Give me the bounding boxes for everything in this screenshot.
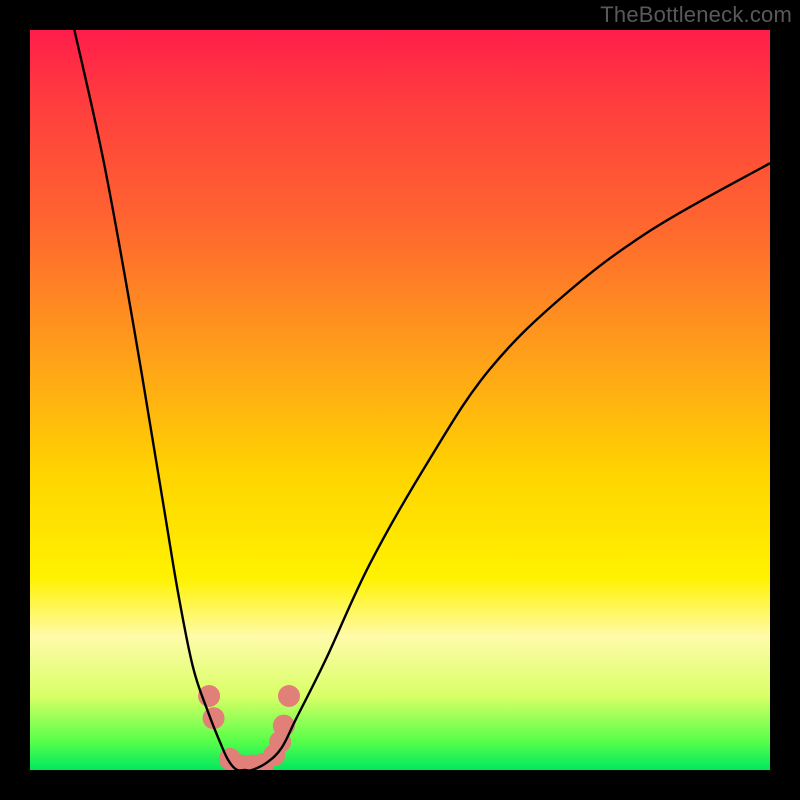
attribution-text: TheBottleneck.com (600, 2, 792, 28)
bottleneck-curve (74, 30, 770, 770)
plot-area (30, 30, 770, 770)
chart-frame: TheBottleneck.com (0, 0, 800, 800)
chart-svg (30, 30, 770, 770)
marker-dot (278, 685, 300, 707)
